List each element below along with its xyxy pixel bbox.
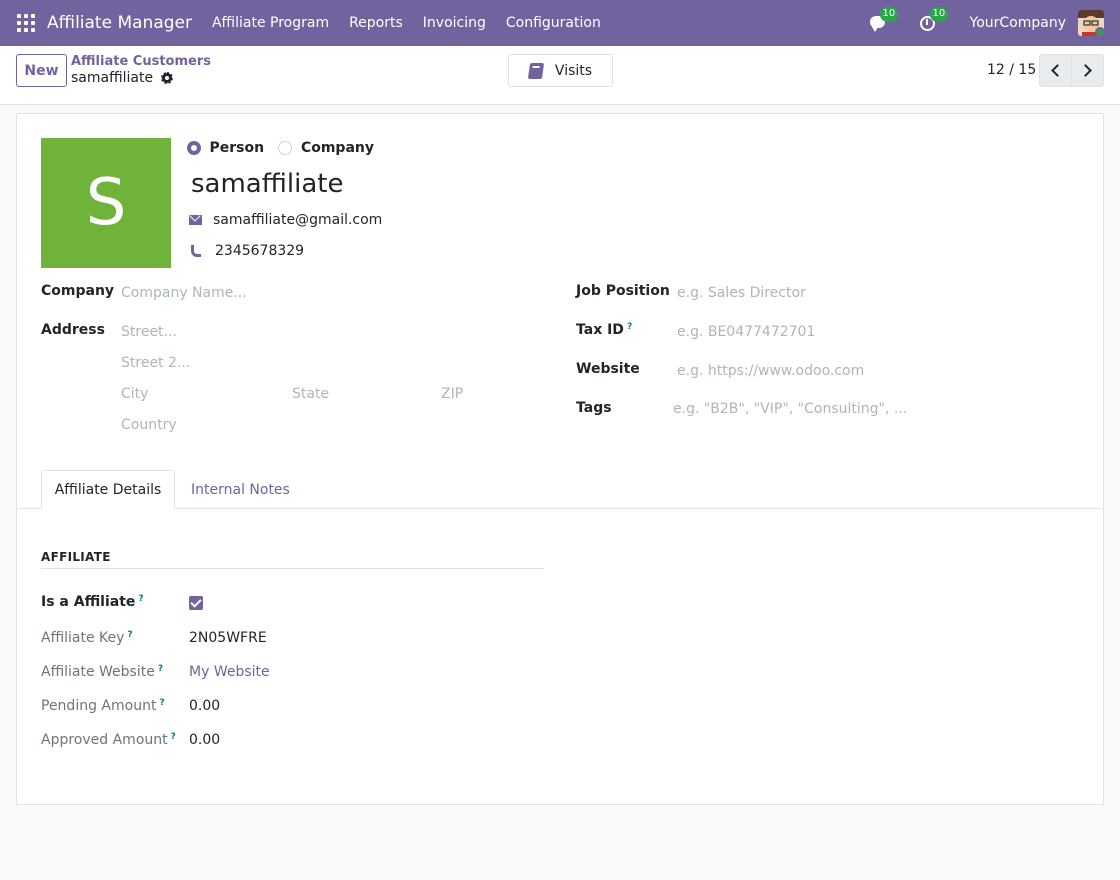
- affiliate-key-help-icon[interactable]: ?: [127, 630, 132, 640]
- street-input[interactable]: Street...: [121, 324, 177, 340]
- job-position-input[interactable]: e.g. Sales Director: [677, 285, 806, 301]
- chevron-right-icon: [1079, 64, 1092, 77]
- tax-id-input[interactable]: e.g. BE0477472701: [677, 324, 815, 340]
- city-input[interactable]: City: [121, 386, 148, 402]
- partner-type-radio-group: Person Company: [187, 140, 374, 156]
- website-label: Website: [576, 361, 640, 377]
- menu-configuration[interactable]: Configuration: [506, 15, 601, 31]
- visits-button[interactable]: Visits: [508, 54, 613, 87]
- affiliate-key-label: Affiliate Key?: [41, 630, 133, 646]
- radio-person[interactable]: Person: [187, 140, 268, 156]
- is-affiliate-label-text: Is a Affiliate: [41, 594, 136, 610]
- tabs-divider: [17, 508, 1103, 509]
- approved-amount-help-icon[interactable]: ?: [171, 732, 176, 742]
- user-avatar[interactable]: [1078, 10, 1104, 36]
- menu-affiliate-program[interactable]: Affiliate Program: [212, 15, 329, 31]
- control-panel: New Affiliate Customers samaffiliate Vis…: [0, 46, 1120, 105]
- state-input[interactable]: State: [292, 386, 329, 402]
- breadcrumb-parent-link[interactable]: Affiliate Customers: [71, 54, 211, 69]
- visits-label: Visits: [554, 62, 593, 79]
- app-brand[interactable]: Affiliate Manager: [47, 13, 192, 33]
- tags-input[interactable]: e.g. "B2B", "VIP", "Consulting", ...: [673, 401, 907, 417]
- approved-amount-label-text: Approved Amount: [41, 732, 168, 748]
- job-position-label: Job Position: [576, 283, 670, 299]
- radio-company[interactable]: Company: [278, 140, 374, 156]
- is-affiliate-help-icon[interactable]: ?: [138, 594, 143, 604]
- chevron-left-icon: [1051, 64, 1064, 77]
- partner-avatar[interactable]: S: [41, 138, 171, 268]
- country-input[interactable]: Country: [121, 417, 177, 433]
- is-affiliate-label: Is a Affiliate?: [41, 594, 144, 610]
- radio-company-icon: [278, 141, 293, 155]
- messages-button[interactable]: 10: [869, 7, 899, 33]
- affiliate-section-title: AFFILIATE: [41, 550, 111, 564]
- company-input[interactable]: Company Name...: [121, 285, 247, 301]
- radio-company-label: Company: [300, 140, 374, 156]
- website-input[interactable]: e.g. https://www.odoo.com: [677, 363, 864, 379]
- pending-amount-label: Pending Amount?: [41, 698, 165, 714]
- zip-input[interactable]: ZIP: [441, 386, 463, 402]
- tab-affiliate-details[interactable]: Affiliate Details: [41, 470, 175, 509]
- company-switcher[interactable]: YourCompany: [970, 15, 1067, 31]
- phone-field[interactable]: 2345678329: [215, 243, 304, 259]
- tax-id-help-icon[interactable]: ?: [627, 322, 632, 332]
- activities-badge: 10: [929, 7, 949, 22]
- pending-amount-label-text: Pending Amount: [41, 698, 157, 714]
- tax-id-label: Tax ID?: [576, 322, 632, 338]
- breadcrumb-current-label: samaffiliate: [71, 70, 154, 86]
- email-field[interactable]: samaffiliate@gmail.com: [213, 212, 382, 228]
- book-icon: [527, 62, 545, 79]
- affiliate-key-value: 2N05WFRE: [189, 630, 267, 646]
- breadcrumb-current: samaffiliate: [71, 70, 211, 86]
- online-status-icon: [1095, 27, 1104, 36]
- street2-input[interactable]: Street 2...: [121, 355, 190, 371]
- gear-icon[interactable]: [161, 72, 174, 84]
- company-label: Company: [41, 283, 115, 299]
- is-affiliate-checkbox[interactable]: [189, 596, 203, 610]
- partner-name-field[interactable]: samaffiliate: [191, 167, 343, 201]
- menu-reports[interactable]: Reports: [349, 15, 403, 31]
- approved-amount-value: 0.00: [189, 732, 221, 748]
- form-sheet: S Person Company samaffiliate samaffilia…: [16, 113, 1104, 805]
- affiliate-website-label: Affiliate Website?: [41, 664, 163, 680]
- pager-value[interactable]: 12 / 15: [987, 62, 1036, 78]
- envelope-icon: [189, 215, 202, 225]
- affiliate-website-link[interactable]: My Website: [189, 664, 270, 680]
- radio-person-icon: [187, 141, 201, 155]
- pending-amount-value: 0.00: [189, 698, 221, 714]
- messages-badge: 10: [879, 7, 899, 22]
- section-divider: [41, 568, 544, 569]
- pending-amount-help-icon[interactable]: ?: [159, 698, 164, 708]
- tab-internal-notes[interactable]: Internal Notes: [191, 470, 290, 509]
- phone-row: 2345678329: [189, 243, 304, 259]
- new-button[interactable]: New: [16, 54, 67, 87]
- top-navbar: Affiliate Manager Affiliate Program Repo…: [0, 0, 1120, 46]
- affiliate-website-help-icon[interactable]: ?: [158, 664, 163, 674]
- approved-amount-label: Approved Amount?: [41, 732, 176, 748]
- apps-menu-icon[interactable]: [17, 14, 35, 32]
- email-row: samaffiliate@gmail.com: [189, 212, 382, 228]
- affiliate-key-label-text: Affiliate Key: [41, 630, 125, 646]
- affiliate-website-label-text: Affiliate Website: [41, 664, 155, 680]
- radio-person-label: Person: [209, 140, 265, 156]
- menu-invoicing[interactable]: Invoicing: [423, 15, 486, 31]
- pager-next-button[interactable]: [1071, 54, 1104, 87]
- tags-label: Tags: [576, 400, 612, 416]
- phone-icon: [191, 245, 201, 257]
- pager-previous-button[interactable]: [1039, 54, 1072, 87]
- activities-button[interactable]: 10: [919, 7, 949, 33]
- breadcrumb: Affiliate Customers samaffiliate: [71, 54, 211, 86]
- address-label: Address: [41, 322, 105, 338]
- tax-id-label-text: Tax ID: [576, 322, 624, 338]
